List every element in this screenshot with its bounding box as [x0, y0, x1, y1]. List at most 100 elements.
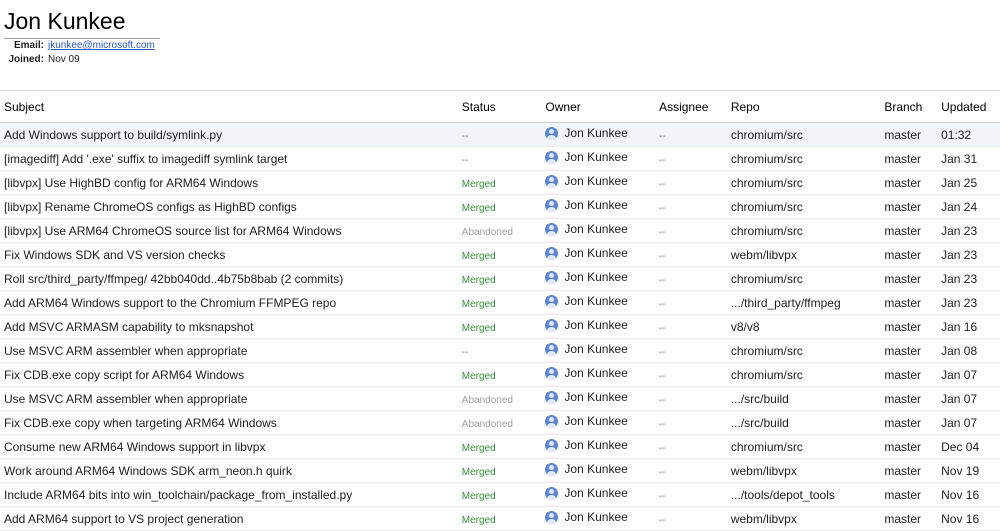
cell-repo: .../tools/depot_tools: [731, 483, 885, 507]
user-profile-header: Jon Kunkee Email: jkunkee@microsoft.com …: [0, 0, 1000, 90]
table-row[interactable]: Consume new ARM64 Windows support in lib…: [0, 435, 1000, 459]
cell-updated: Jan 07: [941, 363, 1000, 387]
table-row[interactable]: Add ARM64 Windows support to the Chromiu…: [0, 291, 1000, 315]
repo-link[interactable]: chromium/src: [731, 152, 803, 166]
cell-repo: chromium/src: [731, 147, 885, 171]
change-subject-link[interactable]: Add Windows support to build/symlink.py: [4, 128, 222, 142]
cell-owner: Jon Kunkee: [545, 459, 659, 483]
change-subject-link[interactable]: Include ARM64 bits into win_toolchain/pa…: [4, 488, 352, 502]
repo-link[interactable]: webm/libvpx: [731, 248, 797, 262]
change-subject-link[interactable]: Add ARM64 support to VS project generati…: [4, 512, 243, 526]
branch-link[interactable]: master: [884, 440, 921, 454]
cell-subject: [libvpx] Rename ChromeOS configs as High…: [0, 195, 462, 219]
branch-link[interactable]: master: [884, 416, 921, 430]
assignee-text: --: [659, 394, 666, 406]
owner-link[interactable]: Jon Kunkee: [545, 414, 628, 428]
table-row[interactable]: Use MSVC ARM assembler when appropriate -…: [0, 339, 1000, 363]
change-subject-link[interactable]: Work around ARM64 Windows SDK arm_neon.h…: [4, 464, 292, 478]
change-subject-link[interactable]: Add ARM64 Windows support to the Chromiu…: [4, 296, 336, 310]
owner-link[interactable]: Jon Kunkee: [545, 126, 628, 140]
repo-link[interactable]: chromium/src: [731, 224, 803, 238]
owner-link[interactable]: Jon Kunkee: [545, 198, 628, 212]
repo-link[interactable]: chromium/src: [731, 176, 803, 190]
email-link[interactable]: jkunkee@microsoft.com: [48, 40, 155, 51]
owner-link[interactable]: Jon Kunkee: [545, 510, 628, 524]
branch-link[interactable]: master: [884, 152, 921, 166]
cell-updated: 01:32: [941, 123, 1000, 147]
repo-link[interactable]: .../src/build: [731, 392, 789, 406]
updated-text: Jan 23: [941, 271, 978, 286]
change-subject-link[interactable]: Fix Windows SDK and VS version checks: [4, 248, 225, 262]
branch-link[interactable]: master: [884, 320, 921, 334]
branch-link[interactable]: master: [884, 248, 921, 262]
repo-link[interactable]: chromium/src: [731, 128, 803, 142]
branch-link[interactable]: master: [884, 488, 921, 502]
owner-link[interactable]: Jon Kunkee: [545, 486, 628, 500]
owner-link[interactable]: Jon Kunkee: [545, 150, 628, 164]
table-row[interactable]: [libvpx] Rename ChromeOS configs as High…: [0, 195, 1000, 219]
table-row[interactable]: Work around ARM64 Windows SDK arm_neon.h…: [0, 459, 1000, 483]
branch-link[interactable]: master: [884, 224, 921, 238]
account-avatar-icon: [545, 198, 559, 212]
table-row[interactable]: [imagediff] Add '.exe' suffix to imagedi…: [0, 147, 1000, 171]
change-subject-link[interactable]: Use MSVC ARM assembler when appropriate: [4, 392, 247, 406]
repo-link[interactable]: webm/libvpx: [731, 512, 797, 526]
table-row[interactable]: [libvpx] Use ARM64 ChromeOS source list …: [0, 219, 1000, 243]
branch-link[interactable]: master: [884, 368, 921, 382]
change-subject-link[interactable]: Fix CDB.exe copy when targeting ARM64 Wi…: [4, 416, 277, 430]
branch-link[interactable]: master: [884, 200, 921, 214]
branch-link[interactable]: master: [884, 176, 921, 190]
repo-link[interactable]: .../src/build: [731, 416, 789, 430]
table-row[interactable]: Add Windows support to build/symlink.py -…: [0, 122, 1000, 147]
change-subject-link[interactable]: Roll src/third_party/ffmpeg/ 42bb040dd..…: [4, 272, 343, 286]
change-subject-link[interactable]: [libvpx] Rename ChromeOS configs as High…: [4, 200, 297, 214]
branch-link[interactable]: master: [884, 296, 921, 310]
table-row[interactable]: Fix CDB.exe copy when targeting ARM64 Wi…: [0, 411, 1000, 435]
owner-link[interactable]: Jon Kunkee: [545, 462, 628, 476]
table-row[interactable]: Roll src/third_party/ffmpeg/ 42bb040dd..…: [0, 267, 1000, 291]
owner-link[interactable]: Jon Kunkee: [545, 294, 628, 308]
branch-link[interactable]: master: [884, 392, 921, 406]
change-subject-link[interactable]: Fix CDB.exe copy script for ARM64 Window…: [4, 368, 244, 382]
branch-link[interactable]: master: [884, 464, 921, 478]
repo-link[interactable]: chromium/src: [731, 368, 803, 382]
owner-link[interactable]: Jon Kunkee: [545, 390, 628, 404]
owner-link[interactable]: Jon Kunkee: [545, 270, 628, 284]
repo-link[interactable]: chromium/src: [731, 344, 803, 358]
repo-link[interactable]: v8/v8: [731, 320, 760, 334]
cell-branch: master: [884, 243, 941, 267]
repo-link[interactable]: chromium/src: [731, 200, 803, 214]
change-subject-link[interactable]: [libvpx] Use ARM64 ChromeOS source list …: [4, 224, 341, 238]
cell-assignee: --: [659, 435, 731, 459]
branch-link[interactable]: master: [884, 272, 921, 286]
table-row[interactable]: Use MSVC ARM assembler when appropriate A…: [0, 387, 1000, 411]
table-row[interactable]: Fix CDB.exe copy script for ARM64 Window…: [0, 363, 1000, 387]
table-row[interactable]: Fix Windows SDK and VS version checks Mer…: [0, 243, 1000, 267]
change-subject-link[interactable]: [imagediff] Add '.exe' suffix to imagedi…: [4, 152, 287, 166]
repo-link[interactable]: .../tools/depot_tools: [731, 488, 835, 502]
account-avatar-icon: [545, 222, 559, 236]
owner-link[interactable]: Jon Kunkee: [545, 342, 628, 356]
change-subject-link[interactable]: [libvpx] Use HighBD config for ARM64 Win…: [4, 176, 258, 190]
change-subject-link[interactable]: Add MSVC ARMASM capability to mksnapshot: [4, 320, 253, 334]
branch-link[interactable]: master: [884, 512, 921, 526]
owner-link[interactable]: Jon Kunkee: [545, 318, 628, 332]
owner-link[interactable]: Jon Kunkee: [545, 174, 628, 188]
repo-link[interactable]: .../third_party/ffmpeg: [731, 296, 841, 310]
change-subject-link[interactable]: Consume new ARM64 Windows support in lib…: [4, 440, 265, 454]
table-row[interactable]: Include ARM64 bits into win_toolchain/pa…: [0, 483, 1000, 507]
owner-link[interactable]: Jon Kunkee: [545, 438, 628, 452]
branch-link[interactable]: master: [884, 344, 921, 358]
owner-link[interactable]: Jon Kunkee: [545, 246, 628, 260]
change-subject-link[interactable]: Use MSVC ARM assembler when appropriate: [4, 344, 247, 358]
branch-link[interactable]: master: [884, 128, 921, 142]
changes-table: Subject Status Owner Assignee Repo Branc…: [0, 90, 1000, 531]
repo-link[interactable]: webm/libvpx: [731, 464, 797, 478]
owner-link[interactable]: Jon Kunkee: [545, 222, 628, 236]
repo-link[interactable]: chromium/src: [731, 272, 803, 286]
table-row[interactable]: [libvpx] Use HighBD config for ARM64 Win…: [0, 171, 1000, 195]
table-row[interactable]: Add ARM64 support to VS project generati…: [0, 507, 1000, 531]
owner-link[interactable]: Jon Kunkee: [545, 366, 628, 380]
table-row[interactable]: Add MSVC ARMASM capability to mksnapshot…: [0, 315, 1000, 339]
repo-link[interactable]: chromium/src: [731, 440, 803, 454]
